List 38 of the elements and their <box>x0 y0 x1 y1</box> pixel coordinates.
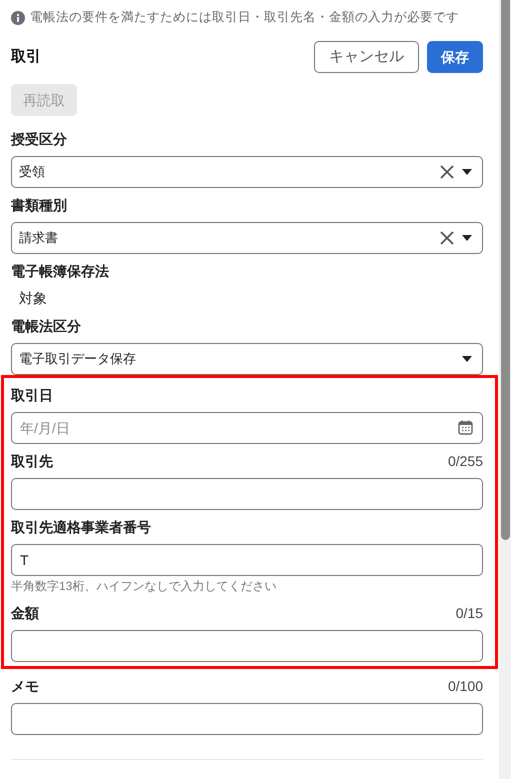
field-label: 金額 <box>11 604 39 622</box>
scrollbar-thumb[interactable] <box>500 0 510 540</box>
select-field[interactable]: 受領 <box>11 156 483 188</box>
field-label: 電子帳簿保存法 <box>11 262 109 280</box>
save-button[interactable]: 保存 <box>427 41 483 73</box>
field-hint: 半角数字13桁、ハイフンなしで入力してください <box>11 578 276 595</box>
select-value: 電子取引データ保存 <box>19 350 137 368</box>
select-field[interactable]: 請求書 <box>11 222 483 254</box>
select-field[interactable]: 電子取引データ保存 <box>11 343 483 375</box>
text-field[interactable]: T <box>11 544 483 576</box>
field-value: 対象 <box>19 289 47 308</box>
calendar-icon[interactable] <box>458 420 473 435</box>
text-field[interactable] <box>11 478 483 510</box>
cancel-button[interactable]: キャンセル <box>314 41 419 73</box>
text-field[interactable] <box>11 703 483 735</box>
text-field[interactable] <box>11 630 483 662</box>
clear-icon[interactable] <box>440 165 454 179</box>
date-field[interactable]: 年/月/日 <box>11 412 483 444</box>
dropdown-caret-icon[interactable] <box>462 169 472 175</box>
field-label: 取引先 <box>11 452 53 470</box>
info-icon <box>11 10 25 24</box>
dropdown-caret-icon[interactable] <box>462 235 472 241</box>
dropdown-caret-icon[interactable] <box>462 356 472 362</box>
section-title: 取引 <box>11 46 41 67</box>
field-label: メモ <box>11 676 39 696</box>
field-label: 取引先適格事業者番号 <box>11 518 151 536</box>
field-label: 電帳法区分 <box>11 316 81 336</box>
character-counter: 0/100 <box>448 676 483 696</box>
notice-text: 電帳法の要件を満たすためには取引日・取引先名・金額の入力が必要です <box>30 9 459 26</box>
character-counter: 0/255 <box>448 452 483 470</box>
field-label: 書類種別 <box>11 196 67 215</box>
scrollbar[interactable] <box>499 0 511 779</box>
field-label: 授受区分 <box>11 130 67 148</box>
select-value: 請求書 <box>19 229 59 248</box>
character-counter: 0/15 <box>456 604 483 622</box>
select-value: 受領 <box>19 163 46 182</box>
clear-icon[interactable] <box>440 231 454 245</box>
field-label: 取引日 <box>11 386 53 404</box>
